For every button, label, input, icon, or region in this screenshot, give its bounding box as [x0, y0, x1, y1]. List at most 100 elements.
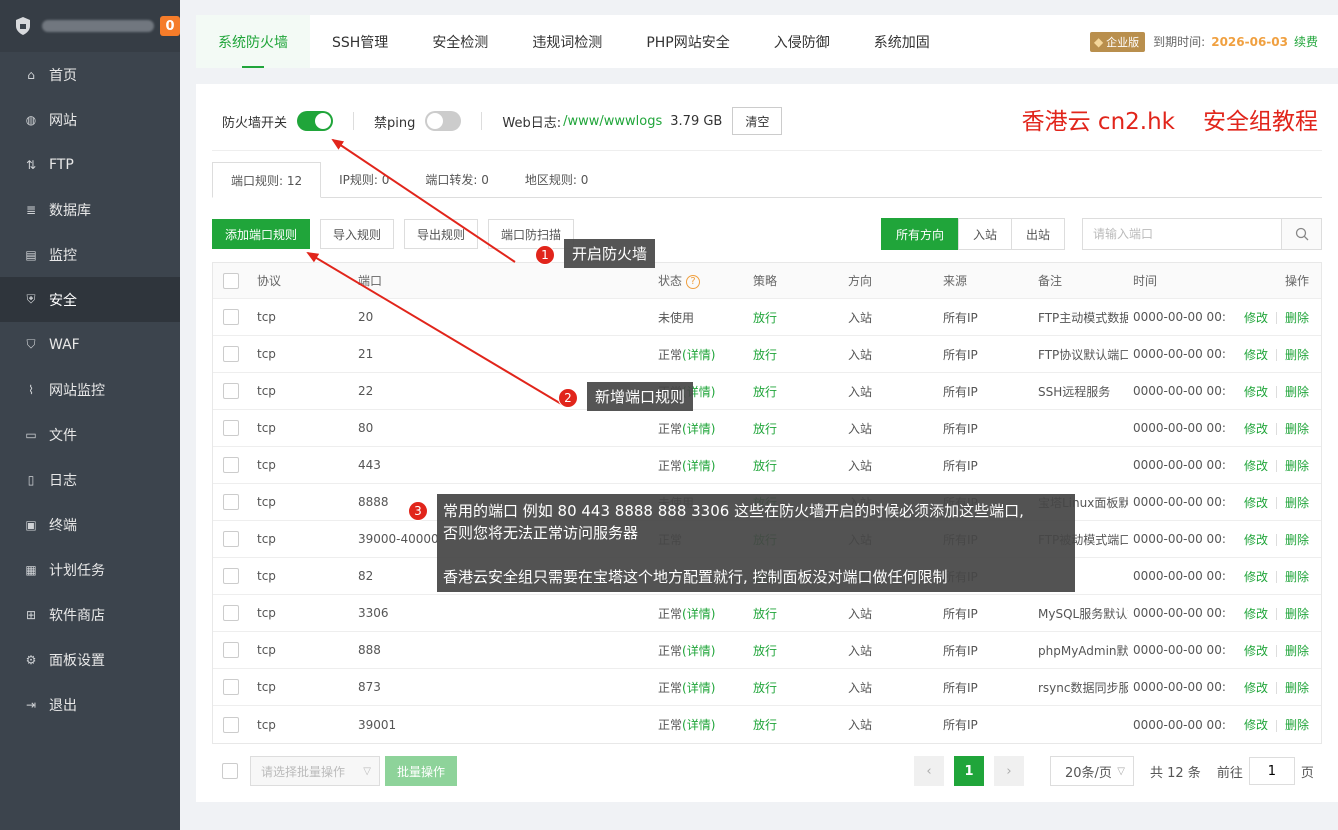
port-scan-protect-button[interactable]: 端口防扫描 — [488, 219, 575, 249]
sidebar-item[interactable]: ⇥ 退出 — [0, 682, 180, 727]
sidebar-item[interactable]: ▤ 监控 — [0, 232, 180, 277]
next-page-button[interactable]: › — [994, 756, 1024, 786]
chevron-left-icon: ‹ — [926, 763, 932, 779]
status-detail-link[interactable]: (详情) — [682, 718, 715, 732]
edit-rule-link[interactable]: 修改 — [1244, 385, 1268, 399]
firewall-toggle[interactable] — [297, 111, 334, 131]
sidebar-item[interactable]: ▯ 日志 — [0, 457, 180, 502]
status-detail-link[interactable]: (详情) — [682, 348, 715, 362]
delete-rule-link[interactable]: 删除 — [1285, 681, 1309, 695]
edit-rule-link[interactable]: 修改 — [1244, 533, 1268, 547]
renew-link[interactable]: 续费 — [1294, 33, 1318, 50]
row-checkbox[interactable] — [223, 679, 239, 695]
import-rules-button[interactable]: 导入规则 — [320, 219, 395, 249]
row-checkbox[interactable] — [223, 383, 239, 399]
delete-rule-link[interactable]: 删除 — [1285, 644, 1309, 658]
goto-page-input[interactable] — [1248, 757, 1295, 785]
status-detail-link[interactable]: (详情) — [682, 681, 715, 695]
page-number-button[interactable]: 1 — [954, 756, 984, 786]
batch-operation-button[interactable]: 批量操作 — [385, 756, 458, 786]
search-button[interactable] — [1281, 219, 1321, 249]
cell-time: 0000-00-00 00:00:00 — [1133, 421, 1225, 435]
sidebar-item[interactable]: ▣ 终端 — [0, 502, 180, 547]
rule-type-tab[interactable]: 端口转发: 0 — [407, 162, 507, 197]
delete-rule-link[interactable]: 删除 — [1285, 348, 1309, 362]
delete-rule-link[interactable]: 删除 — [1285, 533, 1309, 547]
prev-page-button[interactable]: ‹ — [914, 756, 944, 786]
chevron-down-icon: ▽ — [1117, 765, 1125, 777]
row-checkbox[interactable] — [223, 568, 239, 584]
edit-rule-link[interactable]: 修改 — [1244, 459, 1268, 473]
edit-rule-link[interactable]: 修改 — [1244, 570, 1268, 584]
sidebar-item[interactable]: ⚙ 面板设置 — [0, 637, 180, 682]
help-icon[interactable]: ? — [686, 274, 701, 289]
cell-time: 0000-00-00 00:00:00 — [1133, 717, 1225, 732]
sidebar-item[interactable]: ⌇ 网站监控 — [0, 367, 180, 412]
row-checkbox[interactable] — [223, 457, 239, 473]
edit-rule-link[interactable]: 修改 — [1244, 718, 1268, 732]
select-all-checkbox[interactable] — [223, 272, 239, 289]
add-port-rule-button[interactable]: 添加端口规则 — [212, 219, 311, 249]
row-checkbox[interactable] — [223, 531, 239, 547]
weblog-path-link[interactable]: /www/wwwlogs — [563, 114, 662, 129]
status-detail-link[interactable]: (详情) — [682, 459, 715, 473]
delete-rule-link[interactable]: 删除 — [1285, 459, 1309, 473]
sidebar-item[interactable]: ⇅ FTP — [0, 142, 180, 187]
direction-all-button[interactable]: 所有方向 — [881, 218, 960, 250]
delete-rule-link[interactable]: 删除 — [1285, 718, 1309, 732]
sidebar-item[interactable]: ◍ 网站 — [0, 97, 180, 142]
row-checkbox[interactable] — [223, 420, 239, 436]
cell-port: 443 — [358, 458, 381, 472]
message-count-badge[interactable]: 0 — [160, 16, 180, 36]
edit-rule-link[interactable]: 修改 — [1244, 422, 1268, 436]
direction-outbound-button[interactable]: 出站 — [1011, 218, 1066, 250]
delete-rule-link[interactable]: 删除 — [1285, 570, 1309, 584]
direction-inbound-button[interactable]: 入站 — [958, 218, 1013, 250]
edit-rule-link[interactable]: 修改 — [1244, 607, 1268, 621]
ping-toggle[interactable] — [425, 111, 462, 131]
row-checkbox[interactable] — [223, 605, 239, 621]
port-search-input[interactable] — [1083, 219, 1281, 249]
row-checkbox[interactable] — [223, 346, 239, 362]
sidebar-item[interactable]: ≣ 数据库 — [0, 187, 180, 232]
status-detail-link[interactable]: (详情) — [682, 607, 715, 621]
top-tab[interactable]: 入侵防御 — [752, 15, 852, 68]
sidebar-item[interactable]: ⊞ 软件商店 — [0, 592, 180, 637]
edit-rule-link[interactable]: 修改 — [1244, 348, 1268, 362]
row-checkbox[interactable] — [223, 716, 239, 733]
delete-rule-link[interactable]: 删除 — [1285, 422, 1309, 436]
top-tab[interactable]: 安全检测 — [410, 15, 510, 68]
edit-rule-link[interactable]: 修改 — [1244, 311, 1268, 325]
top-tab[interactable]: 系统防火墙 — [196, 15, 310, 68]
page-size-select[interactable]: 20条/页 ▽ — [1050, 756, 1134, 786]
sidebar-item[interactable]: ⌂ 首页 — [0, 52, 180, 97]
edit-rule-link[interactable]: 修改 — [1244, 496, 1268, 510]
row-checkbox[interactable] — [223, 642, 239, 658]
top-tab[interactable]: 系统加固 — [852, 15, 952, 68]
rule-type-tab[interactable]: 端口规则: 12 — [212, 162, 322, 198]
top-tab[interactable]: 违规词检测 — [510, 15, 624, 68]
delete-rule-link[interactable]: 删除 — [1285, 385, 1309, 399]
rule-type-tab[interactable]: 地区规则: 0 — [507, 162, 607, 197]
export-rules-button[interactable]: 导出规则 — [404, 219, 479, 249]
delete-rule-link[interactable]: 删除 — [1285, 496, 1309, 510]
status-detail-link[interactable]: (详情) — [682, 644, 715, 658]
clear-log-button[interactable]: 清空 — [732, 107, 783, 135]
row-checkbox[interactable] — [223, 309, 239, 325]
top-tab[interactable]: SSH管理 — [310, 15, 410, 68]
sidebar-item[interactable]: ▭ 文件 — [0, 412, 180, 457]
status-detail-link[interactable]: (详情) — [682, 422, 715, 436]
batch-operation-select[interactable]: 请选择批量操作 ▽ — [250, 756, 380, 786]
top-tab[interactable]: PHP网站安全 — [624, 15, 751, 68]
footer-select-checkbox[interactable] — [222, 763, 238, 779]
rule-type-tab[interactable]: IP规则: 0 — [321, 162, 407, 197]
divider — [481, 112, 483, 130]
edit-rule-link[interactable]: 修改 — [1244, 644, 1268, 658]
row-checkbox[interactable] — [223, 494, 239, 510]
edit-rule-link[interactable]: 修改 — [1244, 681, 1268, 695]
sidebar-item[interactable]: ⛉ WAF — [0, 322, 180, 367]
sidebar-item[interactable]: ▦ 计划任务 — [0, 547, 180, 592]
delete-rule-link[interactable]: 删除 — [1285, 607, 1309, 621]
sidebar-item[interactable]: ⛨ 安全 — [0, 277, 180, 322]
delete-rule-link[interactable]: 删除 — [1285, 311, 1309, 325]
